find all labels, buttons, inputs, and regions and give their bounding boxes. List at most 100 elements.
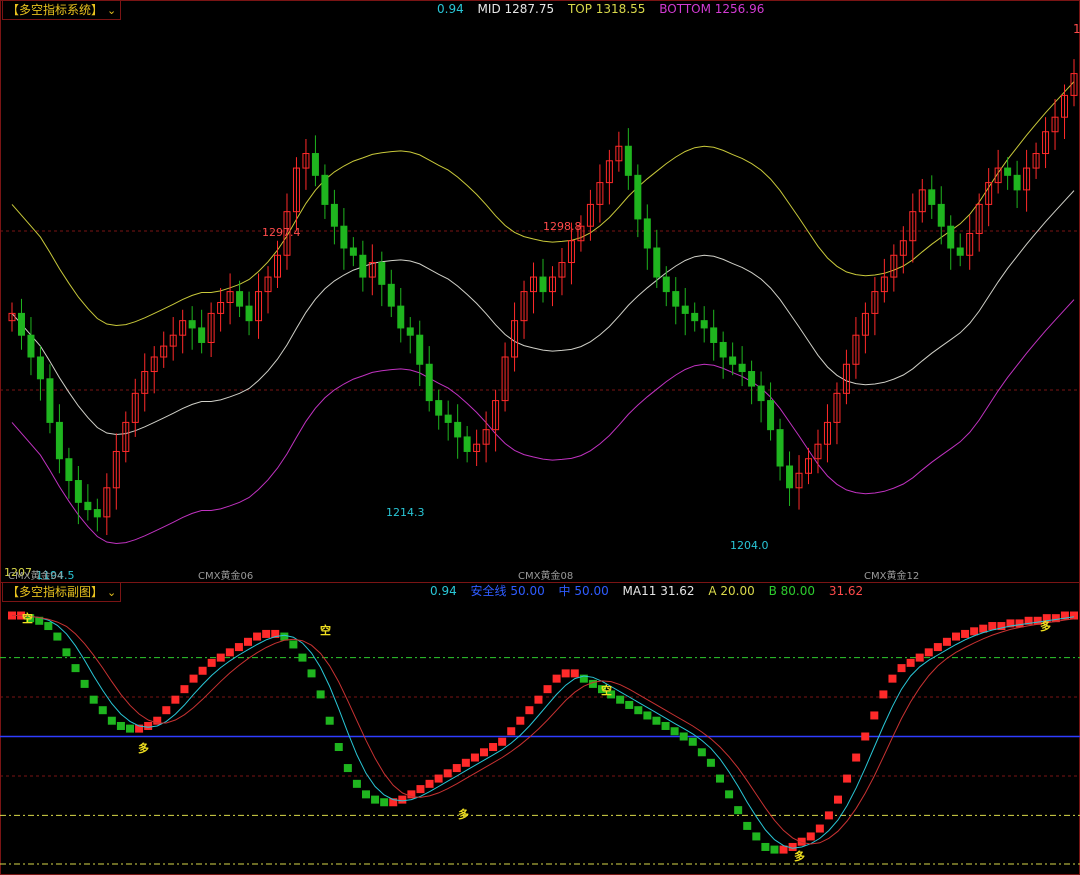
edge-label: 1 bbox=[1073, 22, 1080, 36]
signal-block bbox=[706, 758, 715, 767]
signal-block bbox=[870, 711, 879, 720]
main-panel-title: 【多空指标系统】 bbox=[7, 3, 104, 17]
signal-label: 多 bbox=[794, 849, 805, 863]
signal-block bbox=[743, 821, 752, 830]
signal-block bbox=[507, 727, 516, 736]
signal-block bbox=[352, 779, 361, 788]
signal-block bbox=[498, 737, 507, 746]
signal-block bbox=[452, 764, 461, 773]
candle-body bbox=[776, 429, 784, 467]
candle-body bbox=[36, 356, 44, 380]
signal-block bbox=[207, 658, 216, 667]
a-value: A 20.00 bbox=[708, 584, 755, 598]
signal-block bbox=[225, 648, 234, 657]
candle-body bbox=[700, 320, 708, 329]
signal-block bbox=[234, 643, 243, 652]
ma11-line bbox=[12, 615, 1075, 845]
signal-block bbox=[71, 664, 80, 673]
candle-body bbox=[662, 276, 670, 293]
signal-block bbox=[107, 716, 116, 725]
signal-block bbox=[362, 790, 370, 799]
signal-block bbox=[289, 640, 298, 649]
signal-block bbox=[1015, 619, 1024, 628]
signal-block bbox=[126, 724, 134, 733]
candle-body bbox=[757, 385, 765, 402]
candle-body bbox=[947, 225, 955, 249]
main-panel-title-box[interactable]: 【多空指标系统】 ⌄ bbox=[2, 0, 122, 20]
signal-block bbox=[543, 685, 552, 694]
chevron-down-icon[interactable]: ⌄ bbox=[107, 584, 116, 602]
candle-body bbox=[236, 291, 244, 307]
signal-block bbox=[634, 706, 643, 715]
main-panel-header: 0.94 MID 1287.75 TOP 1318.55 BOTTOM 1256… bbox=[437, 0, 774, 18]
signal-block bbox=[679, 732, 688, 741]
sub-panel-title: 【多空指标副图】 bbox=[7, 585, 104, 599]
signal-block bbox=[661, 721, 670, 730]
candle-body bbox=[672, 291, 680, 307]
signal-label: 空 bbox=[320, 623, 331, 637]
chart-canvas: 1297.4 1298.81214.31204.01194.51207CMX黄金0… bbox=[0, 0, 1080, 875]
signal-block bbox=[988, 622, 997, 631]
signal-block bbox=[652, 716, 661, 725]
signal-block bbox=[162, 706, 171, 715]
signal-label: 多 bbox=[138, 741, 149, 755]
signal-label: 空 bbox=[22, 611, 33, 625]
candle-body bbox=[65, 458, 73, 482]
mid-value: MID 1287.75 bbox=[477, 2, 555, 16]
signal-block bbox=[461, 758, 470, 767]
candle-body bbox=[321, 174, 329, 205]
signal-block bbox=[961, 629, 970, 638]
candle-body bbox=[349, 247, 357, 256]
candle-body bbox=[387, 283, 395, 307]
signal-block bbox=[734, 806, 743, 815]
signal-block bbox=[770, 845, 779, 854]
sub-indicator-panel bbox=[0, 611, 1080, 865]
mid-level-value: 中 50.00 bbox=[558, 584, 609, 598]
candle-body bbox=[444, 414, 452, 423]
price-label: 1204.0 bbox=[730, 539, 769, 552]
price-label: 1297.4 bbox=[262, 226, 301, 239]
candle-body bbox=[46, 378, 54, 423]
candle-body bbox=[340, 225, 348, 249]
signal-block bbox=[761, 842, 770, 851]
candle-body bbox=[397, 305, 405, 329]
signal-block bbox=[53, 632, 62, 641]
signal-block bbox=[852, 753, 861, 762]
candle-body bbox=[738, 363, 746, 373]
signal-block bbox=[752, 832, 761, 841]
signal-block bbox=[325, 716, 334, 725]
signal-block bbox=[280, 632, 289, 641]
signal-block bbox=[44, 622, 53, 631]
signal-block bbox=[434, 774, 443, 783]
main-price-panel bbox=[0, 0, 1080, 875]
candle-body bbox=[1004, 167, 1012, 176]
signal-block bbox=[334, 743, 343, 752]
candle-body bbox=[681, 305, 689, 314]
candle-body bbox=[691, 312, 699, 322]
candle-body bbox=[653, 247, 661, 278]
candle-body bbox=[937, 203, 945, 227]
signal-block bbox=[244, 637, 252, 646]
sub-panel-title-box[interactable]: 【多空指标副图】 ⌄ bbox=[2, 582, 122, 602]
contract-label: CMX黄金04 bbox=[8, 569, 63, 582]
contract-label: CMX黄金12 bbox=[864, 569, 919, 582]
candle-body bbox=[463, 436, 471, 452]
b-value: B 80.00 bbox=[768, 584, 815, 598]
signal-block bbox=[888, 674, 897, 683]
contract-label: CMX黄金06 bbox=[198, 569, 253, 582]
candle-body bbox=[74, 480, 82, 503]
signal-block bbox=[1070, 611, 1078, 620]
signal-block bbox=[806, 832, 815, 841]
signal-block bbox=[525, 706, 534, 715]
bottom-value: BOTTOM 1256.96 bbox=[659, 2, 765, 16]
candle-body bbox=[425, 363, 433, 402]
signal-block bbox=[371, 795, 380, 804]
candle-body bbox=[245, 305, 253, 322]
candle-body bbox=[786, 465, 794, 489]
signal-block bbox=[970, 627, 979, 636]
chevron-down-icon[interactable]: ⌄ bbox=[107, 2, 116, 20]
candle-body bbox=[435, 400, 443, 416]
candle-body bbox=[188, 320, 196, 329]
signal-block bbox=[670, 727, 679, 736]
signal-block bbox=[144, 721, 153, 730]
